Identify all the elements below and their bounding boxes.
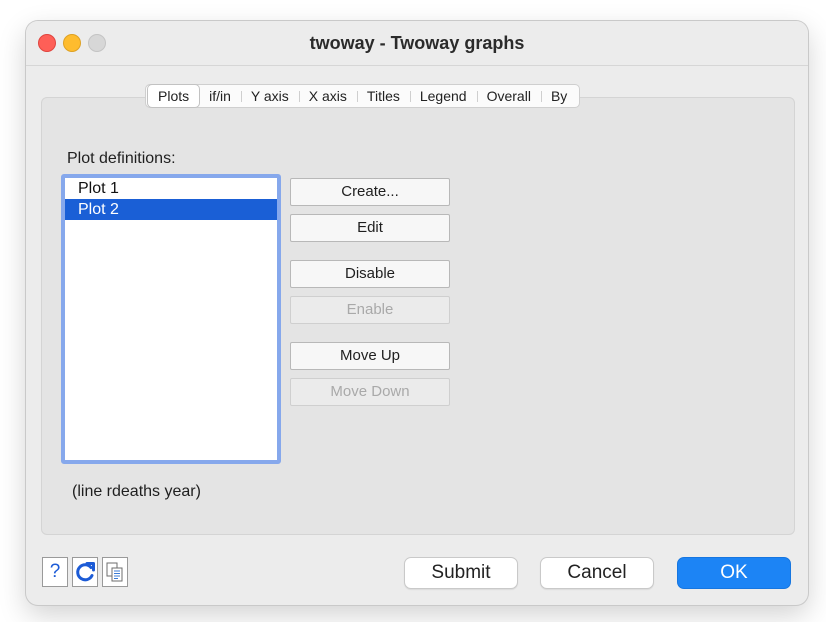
move-down-button: Move Down xyxy=(290,378,450,406)
edit-button[interactable]: Edit xyxy=(290,214,450,242)
move-up-button[interactable]: Move Up xyxy=(290,342,450,370)
list-item-plot-2[interactable]: Plot 2 xyxy=(65,199,277,220)
tab-titles[interactable]: Titles xyxy=(356,85,410,107)
plot-definitions-label: Plot definitions: xyxy=(67,150,176,167)
tab-if-in[interactable]: if/in xyxy=(199,85,241,107)
command-preview: (line rdeaths year) xyxy=(72,483,201,500)
copy-command-button[interactable] xyxy=(102,557,128,587)
copy-command-icon xyxy=(106,562,123,582)
question-mark-icon: ? xyxy=(49,561,61,582)
reset-button[interactable] xyxy=(72,557,98,587)
tab-legend[interactable]: Legend xyxy=(409,85,477,107)
create-button[interactable]: Create... xyxy=(290,178,450,206)
title-bar[interactable]: twoway - Twoway graphs xyxy=(26,21,808,66)
tab-plots[interactable]: Plots xyxy=(148,85,200,107)
plot-definitions-list[interactable]: Plot 1 Plot 2 xyxy=(61,174,281,464)
tab-y-axis[interactable]: Y axis xyxy=(240,85,299,107)
tab-x-axis[interactable]: X axis xyxy=(298,85,357,107)
tab-by[interactable]: By xyxy=(540,85,577,107)
tab-overall[interactable]: Overall xyxy=(476,85,541,107)
submit-button[interactable]: Submit xyxy=(404,557,518,589)
disable-button[interactable]: Disable xyxy=(290,260,450,288)
ok-button[interactable]: OK xyxy=(677,557,791,589)
cancel-button[interactable]: Cancel xyxy=(540,557,654,589)
dialog-window: twoway - Twoway graphs Plots if/in Y axi… xyxy=(26,21,808,605)
reset-icon xyxy=(76,562,95,582)
tab-bar: Plots if/in Y axis X axis Titles Legend … xyxy=(145,84,581,108)
help-button[interactable]: ? xyxy=(42,557,68,587)
list-item-plot-1[interactable]: Plot 1 xyxy=(65,178,277,199)
window-title: twoway - Twoway graphs xyxy=(309,33,525,53)
enable-button: Enable xyxy=(290,296,450,324)
